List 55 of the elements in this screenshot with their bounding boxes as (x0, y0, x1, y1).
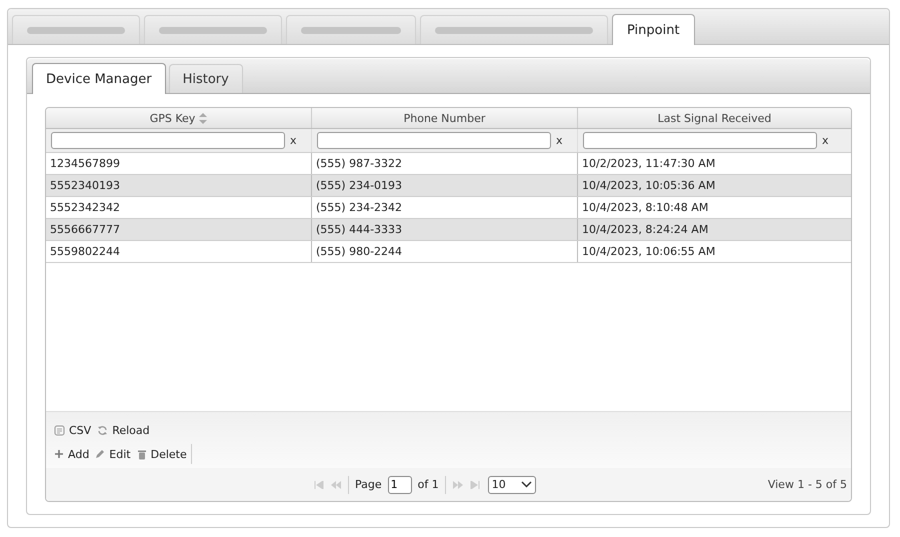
column-label: GPS Key (150, 112, 196, 124)
table-cell: 5559802244 (46, 241, 312, 262)
table-cell: 5552342342 (46, 197, 312, 218)
table-cell-text: 10/4/2023, 8:24:24 AM (581, 222, 710, 238)
tab[interactable] (12, 15, 140, 44)
table-cell: 5556667777 (46, 219, 312, 240)
previous-page-icon[interactable] (330, 480, 342, 488)
page-size-dropdown[interactable]: 10 (488, 476, 536, 494)
table-cell: (555) 987-3322 (312, 153, 578, 174)
add-button[interactable]: Add (54, 448, 90, 460)
column-label: Phone Number (404, 112, 486, 124)
edit-button[interactable]: Edit (95, 448, 131, 460)
first-page-icon[interactable] (314, 480, 324, 488)
trash-icon (136, 448, 147, 460)
last-page-icon[interactable] (470, 480, 480, 488)
document-icon (54, 424, 65, 436)
table-cell: (555) 234-0193 (312, 175, 578, 196)
tab[interactable] (286, 15, 416, 44)
chevron-icon (520, 481, 532, 488)
record-summary: View 1 - 5 of 5 (768, 478, 847, 491)
column-header[interactable]: GPS Key (46, 108, 312, 128)
tab[interactable]: History (168, 64, 243, 93)
tab[interactable] (420, 15, 608, 44)
table-cell-text: 10/4/2023, 8:10:48 AM (581, 200, 710, 216)
table-cell: (555) 444-3333 (312, 219, 578, 240)
column-header[interactable]: Last Signal Received (578, 108, 851, 128)
reload-button[interactable]: Reload (97, 424, 150, 436)
clear-filter-button[interactable]: x (554, 134, 565, 147)
reload-icon (97, 424, 108, 436)
filter-field[interactable] (583, 132, 817, 149)
table-cell: (555) 234-2342 (312, 197, 578, 218)
tab[interactable]: Device Manager (32, 63, 166, 94)
delete-button[interactable]: Delete (136, 444, 192, 464)
filter-field[interactable] (317, 132, 551, 149)
next-page-icon[interactable] (452, 480, 464, 488)
clear-filter-button[interactable]: x (288, 134, 299, 147)
table-cell: (555) 980-2244 (312, 241, 578, 262)
table-cell: 1234567899 (46, 153, 312, 174)
column-header[interactable]: Phone Number (312, 108, 578, 128)
page-label: Page (355, 478, 382, 491)
tab[interactable] (144, 15, 282, 44)
clear-filter-button[interactable]: x (820, 134, 831, 147)
tab[interactable]: Pinpoint (612, 14, 695, 45)
csv-button[interactable]: CSV (54, 424, 92, 436)
page-count: of 1 (418, 478, 439, 491)
filter-field[interactable] (51, 132, 285, 149)
pencil-icon (95, 449, 106, 459)
page-field[interactable]: 1 (388, 476, 412, 494)
table-cell-text: 10/4/2023, 10:05:36 AM (581, 178, 716, 194)
plus-icon (54, 449, 64, 459)
table-cell-text: 10/2/2023, 11:47:30 AM (581, 156, 716, 172)
table-cell: 5552340193 (46, 175, 312, 196)
table-cell-text: 10/4/2023, 10:06:55 AM (581, 244, 716, 260)
sort-icon[interactable] (199, 112, 208, 124)
column-label: Last Signal Received (658, 112, 772, 124)
